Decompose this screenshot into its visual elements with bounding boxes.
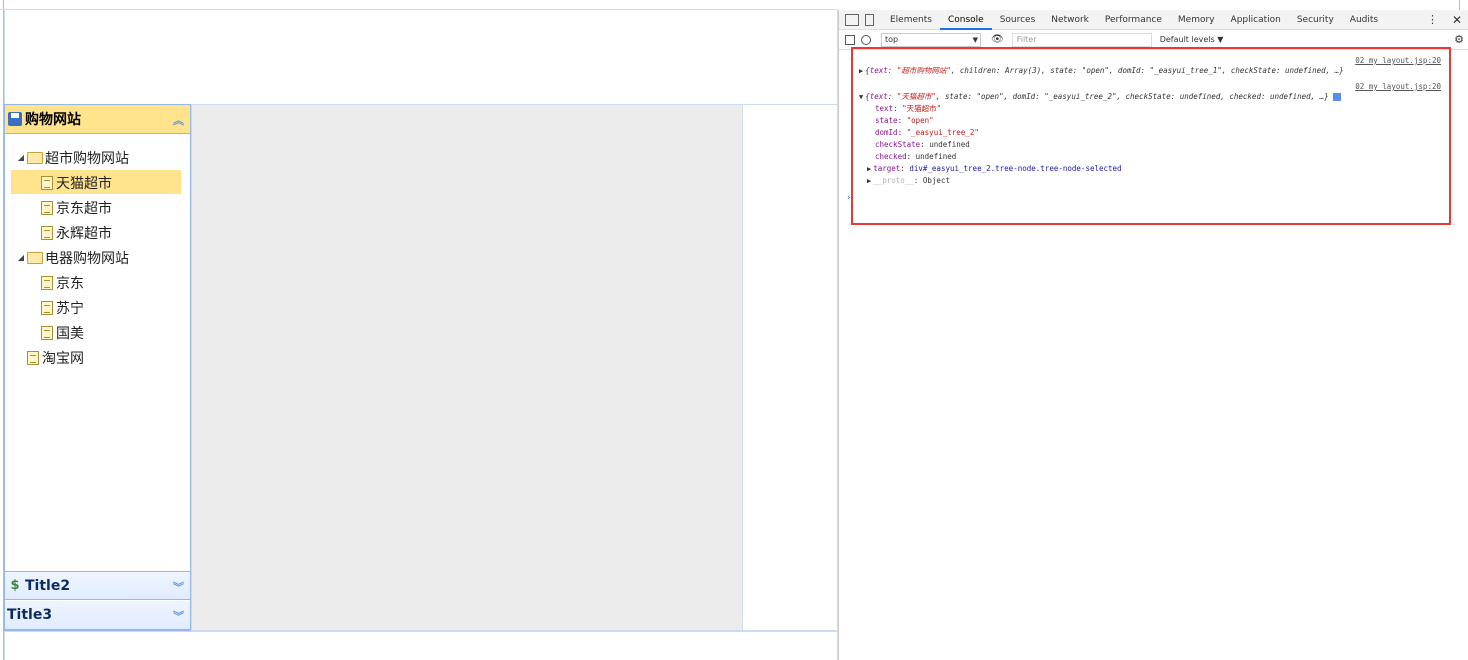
clear-console-icon[interactable]	[861, 34, 871, 45]
tree-node-label: 国美	[56, 325, 84, 342]
layout-north-region	[4, 10, 838, 104]
object-property-expandable[interactable]: ▶ target: div#_easyui_tree_2.tree-node.tr…	[859, 163, 1443, 175]
folder-open-icon	[27, 251, 43, 264]
inspect-element-icon[interactable]	[845, 13, 859, 26]
tree-node-label: 苏宁	[56, 300, 84, 317]
accordion-panel-title-1: 购物网站	[25, 112, 81, 128]
log-levels-dropdown[interactable]: Default levels ▼	[1160, 35, 1224, 44]
expand-chevron-icon[interactable]: ︾	[173, 608, 184, 624]
settings-gear-icon[interactable]: ⚙	[1454, 33, 1464, 46]
layout-center-region	[191, 104, 743, 631]
prop-key: text:	[869, 66, 897, 75]
accordion-panel-header-1[interactable]: 购物网站 ︽	[5, 105, 190, 134]
folder-open-icon	[27, 151, 43, 164]
file-icon	[41, 225, 53, 240]
tree: ◢ 超市购物网站 天猫超市 京东超市 永辉超市 ◢ 电器购物网站 京东 苏宁 国…	[5, 145, 190, 370]
top-strip	[0, 0, 838, 10]
context-value: top	[885, 34, 899, 44]
tab-audits[interactable]: Audits	[1342, 10, 1386, 30]
live-expression-eye-icon[interactable]: 👁	[991, 34, 1004, 45]
sidebar-toggle-icon[interactable]	[845, 34, 855, 45]
file-icon	[27, 350, 39, 365]
filter-input[interactable]: Filter	[1011, 32, 1152, 47]
prop-value: "超市购物网站"	[896, 66, 951, 75]
accordion-panel-title-2: Title2	[25, 577, 71, 594]
source-link[interactable]: 02_my_layout.jsp:20	[1355, 55, 1441, 65]
accordion-panel-header-3[interactable]: Title3 ︾	[5, 601, 190, 630]
tab-elements[interactable]: Elements	[882, 10, 940, 30]
expanded-triangle-icon[interactable]: ▼	[859, 93, 863, 101]
console-prompt[interactable]: ›	[847, 193, 851, 203]
tree-node[interactable]: 永辉超市	[5, 220, 190, 245]
tree-node-label: 京东	[56, 275, 84, 292]
info-icon[interactable]	[1332, 93, 1341, 101]
tab-sources[interactable]: Sources	[992, 10, 1044, 30]
tree-node[interactable]: 苏宁	[5, 295, 190, 320]
collapsed-triangle-icon[interactable]: ▶	[859, 67, 863, 75]
file-icon	[41, 275, 53, 290]
accordion-panel-title-3: Title3	[7, 607, 53, 623]
layout-south-region	[4, 631, 838, 660]
expand-chevron-icon[interactable]: ︾	[173, 579, 184, 595]
close-icon[interactable]: ✕	[1452, 13, 1462, 27]
tree-node-label: 超市购物网站	[45, 150, 129, 167]
devtools-tab-bar: Elements Console Sources Network Perform…	[839, 10, 1468, 30]
console-entry-2: 02_my_layout.jsp:20 ▼ {text: "天猫超市", stat…	[859, 81, 1443, 187]
tree-node[interactable]: ◢ 电器购物网站	[5, 245, 190, 270]
expand-arrow-icon[interactable]: ◢	[15, 253, 27, 262]
context-select[interactable]: top ▼	[881, 32, 981, 47]
object-preview[interactable]: ▼ {text: "天猫超市", state: "open", domId: "_…	[859, 91, 1443, 103]
tree-node[interactable]: 淘宝网	[5, 345, 190, 370]
dropdown-caret-icon: ▼	[972, 35, 978, 44]
tab-security[interactable]: Security	[1289, 10, 1342, 30]
device-toolbar-icon[interactable]	[865, 13, 874, 26]
tree-node[interactable]: 京东	[5, 270, 190, 295]
source-link[interactable]: 02_my_layout.jsp:20	[1355, 81, 1441, 91]
page-root: 购物网站 ︽ ◢ 超市购物网站 天猫超市 京东超市 永辉超市 ◢ 电器购物网站 …	[0, 0, 1468, 660]
more-menu-icon[interactable]: ⋮	[1427, 13, 1438, 26]
file-icon	[41, 175, 53, 190]
object-property: domId: "_easyui_tree_2"	[875, 128, 979, 137]
file-icon	[41, 200, 53, 215]
tree-node[interactable]: 京东超市	[5, 195, 190, 220]
object-rest: , children: Array(3), state: "open", dom…	[950, 66, 1344, 75]
object-rest: , state: "open", domId: "_easyui_tree_2"…	[935, 92, 1329, 101]
tree-node-label: 淘宝网	[42, 350, 84, 367]
object-property: checked: undefined	[875, 152, 957, 161]
tab-performance[interactable]: Performance	[1097, 10, 1170, 30]
object-property-expandable[interactable]: ▶ __proto__: Object	[859, 175, 1443, 187]
accordion-panel-header-2[interactable]: $ Title2 ︾	[5, 571, 190, 600]
tab-application[interactable]: Application	[1223, 10, 1289, 30]
tree-node-label: 电器购物网站	[45, 250, 129, 267]
tree-node-selected[interactable]: 天猫超市	[5, 170, 190, 195]
file-icon	[41, 325, 53, 340]
save-icon	[7, 111, 23, 127]
tree-node-label: 天猫超市	[56, 175, 112, 192]
object-preview[interactable]: ▶ {text: "超市购物网站", children: Array(3), st…	[859, 65, 1443, 77]
tab-network[interactable]: Network	[1043, 10, 1097, 30]
layout-west-region: 购物网站 ︽ ◢ 超市购物网站 天猫超市 京东超市 永辉超市 ◢ 电器购物网站 …	[4, 104, 191, 631]
prop-key: text:	[869, 92, 897, 101]
tab-memory[interactable]: Memory	[1170, 10, 1223, 30]
money-icon: $	[10, 578, 20, 593]
tree-node-label: 永辉超市	[56, 225, 112, 242]
tree-node[interactable]: 国美	[5, 320, 190, 345]
prop-value: "天猫超市"	[896, 92, 936, 101]
console-output: 02_my_layout.jsp:20 ▶ {text: "超市购物网站", ch…	[851, 47, 1451, 225]
collapse-chevron-icon[interactable]: ︽	[173, 112, 184, 128]
devtools-panel: Elements Console Sources Network Perform…	[838, 10, 1468, 660]
file-icon	[41, 300, 53, 315]
layout-east-region	[743, 104, 838, 631]
tab-console[interactable]: Console	[939, 10, 992, 30]
tree-node-label: 京东超市	[56, 200, 112, 217]
tree-node[interactable]: ◢ 超市购物网站	[5, 145, 190, 170]
object-property: text: "天猫超市"	[875, 104, 942, 113]
object-property: state: "open"	[875, 116, 934, 125]
object-property: checkState: undefined	[875, 140, 970, 149]
expand-arrow-icon[interactable]: ◢	[15, 153, 27, 162]
console-entry-1: 02_my_layout.jsp:20 ▶ {text: "超市购物网站", ch…	[859, 55, 1443, 77]
